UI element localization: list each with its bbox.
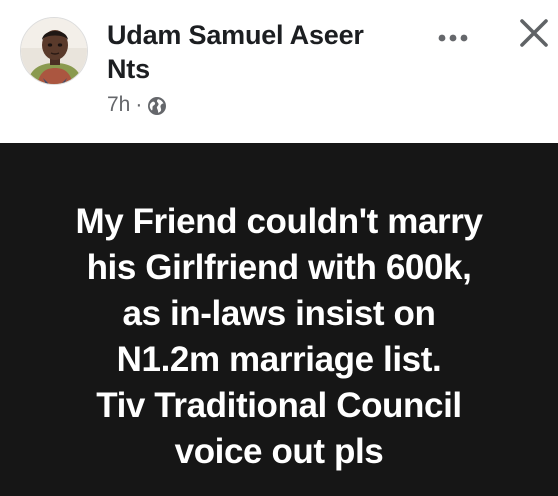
profile-photo-icon bbox=[21, 18, 87, 84]
post-text-line: as in-laws insist on bbox=[122, 294, 436, 333]
post-meta: 7h · bbox=[107, 93, 167, 117]
post-text-line: N1.2m marriage list. bbox=[116, 340, 442, 379]
author-name-line1[interactable]: Udam Samuel Aseer bbox=[107, 18, 427, 52]
post-text: My Friend couldn't marry his Girlfriend … bbox=[0, 199, 558, 475]
close-button[interactable] bbox=[517, 16, 551, 50]
post-time[interactable]: 7h bbox=[107, 93, 130, 117]
avatar[interactable] bbox=[20, 17, 88, 85]
meta-separator: · bbox=[135, 93, 143, 116]
author-name[interactable]: Udam Samuel Aseer Nts bbox=[107, 18, 427, 86]
post-text-line: his Girlfriend with 600k, bbox=[86, 248, 472, 287]
author-name-line2[interactable]: Nts bbox=[107, 52, 427, 86]
more-dots-icon bbox=[438, 34, 468, 42]
post-header: Udam Samuel Aseer Nts 7h · bbox=[0, 0, 558, 143]
globe-icon[interactable] bbox=[147, 96, 167, 116]
more-options-button[interactable] bbox=[434, 26, 474, 50]
post-text-line: voice out pls bbox=[174, 432, 384, 471]
post-text-line: Tiv Traditional Council bbox=[96, 386, 462, 425]
post-content[interactable]: My Friend couldn't marry his Girlfriend … bbox=[0, 143, 558, 496]
facebook-post: Udam Samuel Aseer Nts 7h · My Friend cou… bbox=[0, 0, 558, 496]
close-icon bbox=[520, 19, 548, 47]
post-text-line: My Friend couldn't marry bbox=[75, 202, 483, 241]
